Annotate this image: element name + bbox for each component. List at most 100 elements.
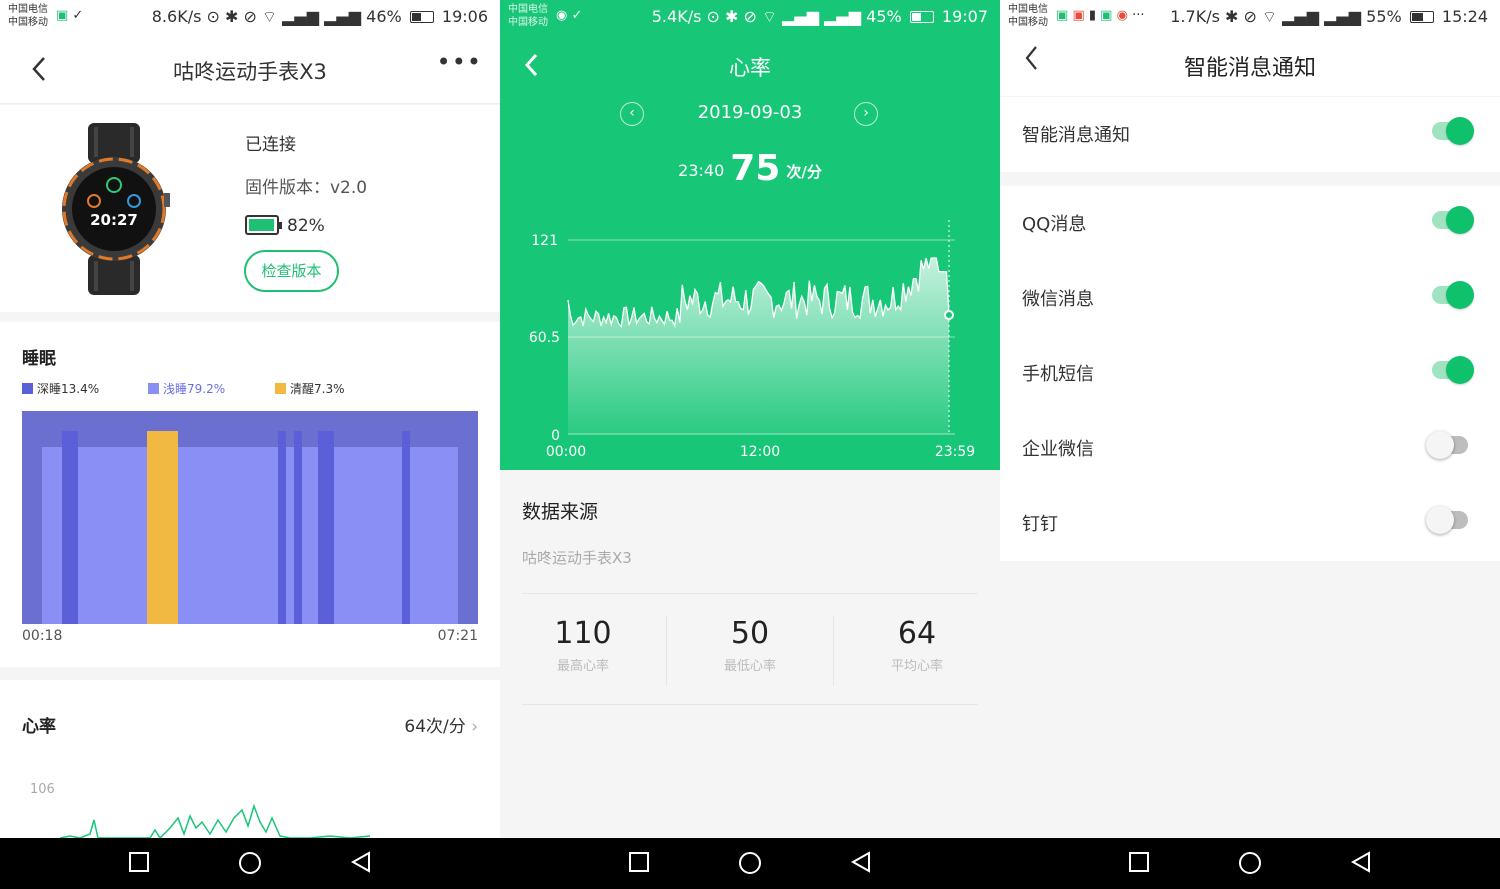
heart-rate-stats: 110 最高心率 50 最低心率 64 平均心率 [522,593,978,705]
more-options-icon[interactable]: ••• [437,48,482,76]
signal-icons: ⊙ ✱ ⊘ ⌔ ▂▄▆ ▂▄▆ [206,7,362,26]
setting-label: 企业微信 [1022,439,1094,460]
watch-image: 20:27 [62,123,170,295]
battery-level: 82% [287,216,325,236]
device-card: 20:27 已连接 固件版本：v2.0 82% 检查版本 [0,105,500,312]
page-title: 智能消息通知 [1183,56,1316,81]
setting-row-wework: 企业微信 [1000,411,1500,486]
heart-rate-axis-max: 106 [30,782,55,797]
clock: 19:06 [441,7,488,26]
status-right: 5.4K/s ⊙ ✱ ⊘ ⌔ ▂▄▆ ▂▄▆ 45% 19:07 [652,7,988,27]
home-icon[interactable] [237,850,263,876]
x-tick-mid: 12:00 [740,444,780,460]
stat-divider [833,616,834,686]
setting-row-dingtalk: 钉钉 [1000,486,1500,561]
heart-rate-card[interactable]: 心率 64次/分 › 106 [0,680,500,838]
back-nav-icon[interactable] [849,850,873,874]
light-sleep-band [42,447,458,624]
setting-row-qq: QQ消息 [1000,186,1500,261]
data-source-title: 数据来源 [522,501,599,523]
system-nav-bar [0,838,1500,889]
setting-row-sms: 手机短信 [1000,336,1500,411]
carrier-2: 中国移动 [1008,17,1048,28]
stat-min: 50 最低心率 [723,616,776,674]
clock: 15:24 [1441,7,1488,26]
recent-apps-icon[interactable] [627,850,651,874]
heart-rate-chart: 121 60.5 0 00:00 12:00 23:59 [529,220,975,460]
carrier-2: 中国移动 [8,17,48,28]
home-icon[interactable] [737,850,763,876]
y-tick-60.5: 60.5 [529,330,560,346]
reading-unit: 次/分 [786,163,822,181]
battery-percent: 55% [1366,7,1402,26]
dingtalk-toggle[interactable] [1426,506,1468,534]
setting-row-wechat: 微信消息 [1000,261,1500,336]
deep-sleep-segment [318,431,334,624]
carrier-labels: 中国电信 中国移动 [508,3,548,29]
next-day-button[interactable]: › [854,102,878,126]
setting-row-master: 智能消息通知 [1000,97,1500,172]
deep-sleep-segment [402,431,410,624]
stat-max: 110 最高心率 [554,616,612,674]
net-speed: 5.4K/s [651,7,702,26]
setting-label: QQ消息 [1022,214,1087,235]
status-right: 8.6K/s ⊙ ✱ ⊘ ⌔ ▂▄▆ ▂▄▆ 46% 19:06 [152,7,488,27]
heart-rate-summary[interactable]: 64次/分 › [404,712,478,737]
notification-icons: ▣ ▣ ▮ ▣ ◉ ··· [1056,8,1145,23]
setting-label: 微信消息 [1022,289,1094,310]
y-tick-121: 121 [531,233,558,249]
back-nav-icon[interactable] [1349,850,1373,874]
home-icon[interactable] [1237,850,1263,876]
chevron-right-icon: › [471,717,478,737]
legend-light-sleep: 浅睡79.2% [148,380,225,397]
svg-text:20:27: 20:27 [90,211,138,229]
wework-toggle[interactable] [1426,431,1468,459]
selected-date: 2019-09-03 [697,102,803,123]
page-title: 咕咚运动手表X3 [173,60,327,84]
battery-icon [909,11,934,23]
deep-sleep-segment [294,431,302,624]
carrier-1: 中国电信 [8,4,48,15]
notification-icons: ▣ ✓ [56,8,84,23]
carrier-labels: 中国电信 中国移动 [8,3,48,29]
battery-percent: 46% [366,7,402,26]
deep-sleep-segment [278,431,286,624]
qq-toggle[interactable] [1432,206,1474,234]
setting-label: 钉钉 [1022,514,1058,535]
carrier-2: 中国移动 [508,17,548,28]
signal-icons: ✱ ⊘ ⌔ ▂▄▆ ▂▄▆ [1225,7,1362,26]
wechat-toggle[interactable] [1432,281,1474,309]
notification-icons: ◉ ✓ [556,8,583,23]
app-header: 咕咚运动手表X3 ••• [0,34,500,104]
notification-settings-screen: 中国电信 中国移动 ▣ ▣ ▮ ▣ ◉ ··· 1.7K/s ✱ ⊘ ⌔ ▂▄▆… [1000,0,1500,838]
master-toggle[interactable] [1432,117,1474,145]
connection-status: 已连接 [245,135,296,155]
battery-icon [245,215,282,235]
legend-awake: 清醒7.3% [275,380,345,397]
heart-rate-screen: 中国电信 中国移动 ◉ ✓ 5.4K/s ⊙ ✱ ⊘ ⌔ ▂▄▆ ▂▄▆ 45%… [500,0,1000,838]
firmware-version: 固件版本：v2.0 [245,178,368,198]
setting-label: 智能消息通知 [1022,125,1130,146]
current-reading: 23:40 75 次/分 [500,148,1000,189]
battery-icon [1409,11,1434,23]
signal-icons: ⊙ ✱ ⊘ ⌔ ▂▄▆ ▂▄▆ [706,7,862,26]
carrier-1: 中国电信 [1008,4,1048,15]
sms-toggle[interactable] [1432,356,1474,384]
back-nav-icon[interactable] [349,850,373,874]
check-version-button[interactable]: 检查版本 [244,250,339,292]
reading-value: 75 [730,148,781,189]
carrier-1: 中国电信 [508,4,548,15]
device-battery: 82% [245,215,325,236]
recent-apps-icon[interactable] [127,850,151,874]
stat-avg: 64 平均心率 [890,616,943,674]
setting-label: 手机短信 [1022,364,1094,385]
status-bar: 中国电信 中国移动 ▣ ✓ 8.6K/s ⊙ ✱ ⊘ ⌔ ▂▄▆ ▂▄▆ 46%… [0,0,500,34]
device-screen: 中国电信 中国移动 ▣ ✓ 8.6K/s ⊙ ✱ ⊘ ⌔ ▂▄▆ ▂▄▆ 46%… [0,0,500,838]
heart-rate-area [568,258,949,434]
sleep-start-time: 00:18 [22,628,63,644]
recent-apps-icon[interactable] [1127,850,1151,874]
x-tick-start: 00:00 [546,444,586,460]
heart-rate-title: 心率 [22,717,56,737]
sleep-card[interactable]: 睡眠 深睡13.4% 浅睡79.2% 清醒7.3% 00:18 07:21 [0,322,500,667]
y-tick-0: 0 [551,428,560,444]
